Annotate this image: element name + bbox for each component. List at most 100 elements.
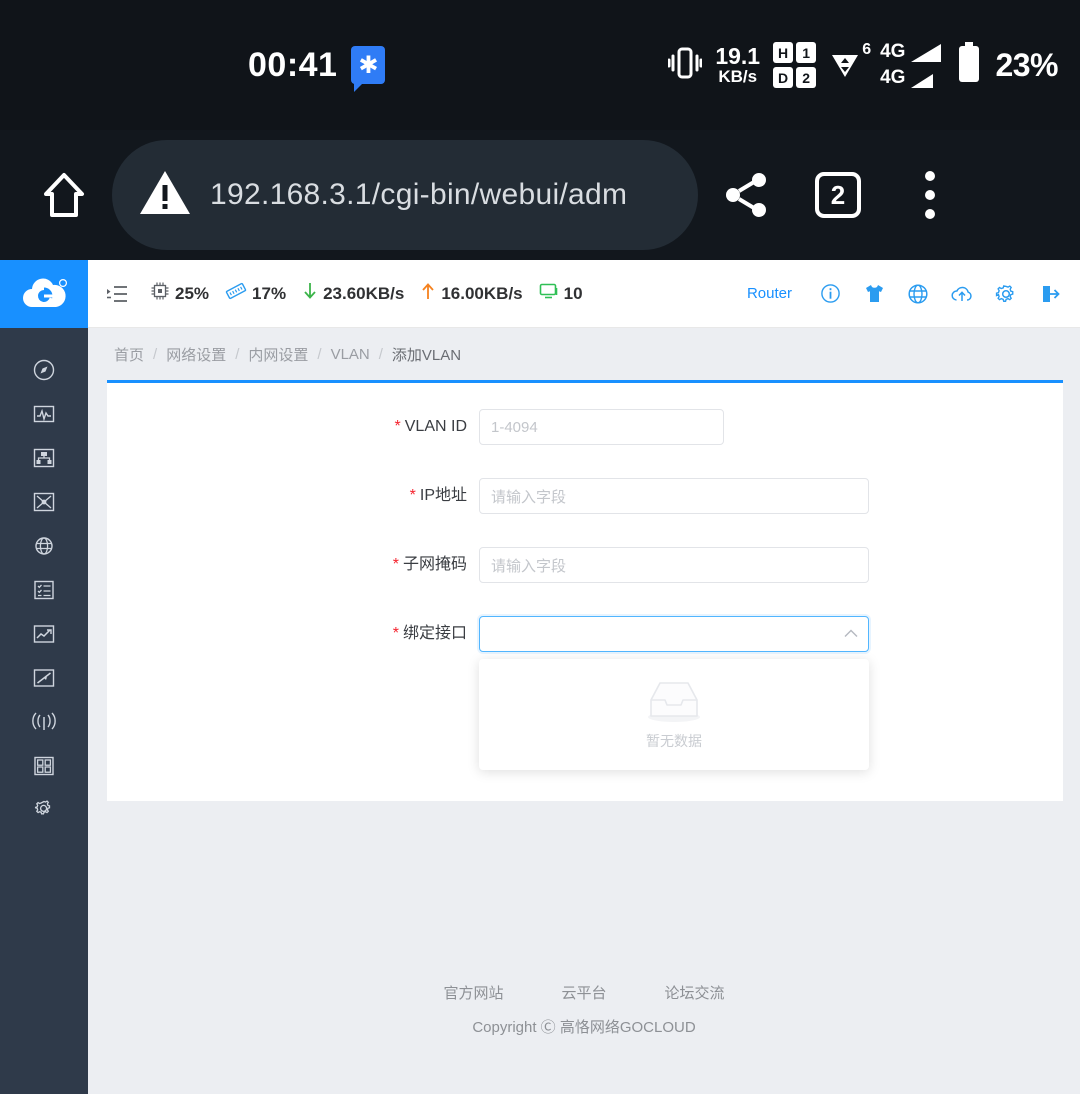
warning-triangle-icon[interactable] bbox=[138, 168, 192, 223]
breadcrumb-separator: / bbox=[317, 345, 322, 363]
download-value: 23.60KB/s bbox=[323, 283, 405, 303]
ip-address-input[interactable]: 请输入字段 bbox=[479, 478, 869, 514]
collapse-sidebar-icon[interactable] bbox=[106, 285, 128, 303]
label-ip-address: * IP地址 bbox=[107, 478, 479, 514]
add-vlan-form-card: * VLAN ID 1-4094 * IP地址 请输入字段 * 子网掩码 请输入… bbox=[107, 380, 1063, 801]
required-marker: * bbox=[409, 487, 416, 504]
network-speed-value: 19.1 bbox=[715, 43, 761, 69]
sidebar-filler bbox=[0, 964, 88, 1094]
sidebar-item-network[interactable] bbox=[0, 438, 88, 482]
page-bottom: 官方网站 云平台 论坛交流 Copyright Ⓒ 高恪网络GOCLOUD bbox=[0, 964, 1080, 1094]
sidebar-item-dashboard[interactable] bbox=[0, 350, 88, 394]
checklist-icon bbox=[32, 578, 56, 607]
empty-box-icon bbox=[642, 678, 706, 729]
ip-address-placeholder: 请输入字段 bbox=[491, 488, 567, 506]
info-circle-icon[interactable] bbox=[818, 283, 842, 304]
breadcrumb-separator: / bbox=[153, 345, 158, 363]
memory-stat: 17% bbox=[225, 281, 286, 306]
chevron-up-icon[interactable] bbox=[844, 625, 858, 643]
wifi-generation: 6 bbox=[862, 40, 872, 58]
address-bar-url[interactable]: 192.168.3.1/cgi-bin/webui/adm bbox=[210, 178, 627, 212]
memory-value: 17% bbox=[252, 283, 287, 303]
vlan-id-input[interactable]: 1-4094 bbox=[479, 409, 724, 445]
mode-label[interactable]: Router bbox=[747, 285, 792, 302]
download-stat: 23.60KB/s bbox=[302, 281, 404, 306]
required-marker: * bbox=[394, 418, 401, 435]
memory-icon bbox=[225, 281, 247, 306]
sidebar-item-traffic[interactable] bbox=[0, 614, 88, 658]
address-bar[interactable]: 192.168.3.1/cgi-bin/webui/adm bbox=[112, 140, 698, 250]
content-area: 25% 17% 23.60KB/s 16.00KB/s 10 Router 首页… bbox=[88, 260, 1080, 964]
globe-gear-icon bbox=[32, 534, 56, 563]
breadcrumb-item-vlan[interactable]: VLAN bbox=[331, 346, 370, 363]
monitor-icon bbox=[539, 282, 559, 305]
globe-icon[interactable] bbox=[906, 283, 930, 305]
status-bar-right: 19.1 KB/s H D 1 2 6 4G 4G 23% bbox=[667, 40, 1058, 90]
upload-value: 16.00KB/s bbox=[441, 283, 523, 303]
gear-icon[interactable] bbox=[994, 283, 1018, 305]
status-clock: 00:41 bbox=[248, 45, 338, 84]
required-marker: * bbox=[392, 556, 399, 573]
cellular-signal-indicator: 4G 4G bbox=[880, 41, 943, 89]
home-button[interactable] bbox=[20, 151, 108, 239]
sidebar-item-apps[interactable] bbox=[0, 746, 88, 790]
cloud-upload-icon[interactable] bbox=[950, 284, 974, 304]
topbar-actions: Router bbox=[747, 283, 1062, 305]
label-bind-interface: * 绑定接口 bbox=[107, 616, 479, 652]
footer-link-official-site[interactable]: 官方网站 bbox=[443, 982, 503, 1003]
footer-link-forum[interactable]: 论坛交流 bbox=[665, 982, 725, 1003]
sidebar-item-wireless[interactable] bbox=[0, 702, 88, 746]
sim2-network-type: 4G bbox=[880, 67, 906, 88]
browser-menu-button[interactable] bbox=[886, 151, 974, 239]
bind-interface-dropdown[interactable]: 暂无数据 bbox=[479, 659, 869, 770]
sim1-network-type: 4G bbox=[880, 41, 906, 62]
line-chart-icon bbox=[32, 622, 56, 651]
upload-stat: 16.00KB/s bbox=[420, 281, 523, 306]
breadcrumb-separator: / bbox=[235, 345, 240, 363]
routing-icon bbox=[32, 490, 56, 519]
share-button[interactable] bbox=[702, 151, 790, 239]
breadcrumb: 首页 / 网络设置 / 内网设置 / VLAN / 添加VLAN bbox=[88, 328, 1080, 380]
cpu-stat: 25% bbox=[150, 281, 209, 306]
router-web-ui: 25% 17% 23.60KB/s 16.00KB/s 10 Router 首页… bbox=[0, 260, 1080, 964]
sidebar-item-monitor[interactable] bbox=[0, 394, 88, 438]
required-marker: * bbox=[392, 625, 399, 642]
label-text: 子网掩码 bbox=[402, 556, 467, 573]
browser-toolbar: 192.168.3.1/cgi-bin/webui/adm 2 bbox=[0, 130, 1080, 260]
sidebar-item-routing[interactable] bbox=[0, 482, 88, 526]
status-bar-left: 00:41 ✱ bbox=[248, 45, 386, 92]
sidebar bbox=[0, 260, 88, 964]
gocloud-logo[interactable] bbox=[0, 260, 88, 328]
tshirt-icon[interactable] bbox=[862, 283, 886, 304]
battery-icon bbox=[956, 41, 982, 90]
subnet-mask-input[interactable]: 请输入字段 bbox=[479, 547, 869, 583]
bandwidth-icon bbox=[32, 666, 56, 695]
sidebar-item-internet[interactable] bbox=[0, 526, 88, 570]
bind-interface-select[interactable] bbox=[479, 616, 869, 652]
form-row-subnet-mask: * 子网掩码 请输入字段 bbox=[107, 547, 1063, 583]
network-speed-unit: KB/s bbox=[718, 67, 758, 87]
sidebar-menu bbox=[0, 328, 88, 834]
ui-topbar: 25% 17% 23.60KB/s 16.00KB/s 10 Router bbox=[88, 260, 1080, 328]
sidebar-item-settings[interactable] bbox=[0, 790, 88, 834]
form-row-bind-interface: * 绑定接口 暂无数据 bbox=[107, 616, 1063, 770]
vlan-id-placeholder: 1-4094 bbox=[491, 418, 538, 436]
dual-sim-indicator: H D 1 2 bbox=[773, 42, 817, 88]
antenna-icon bbox=[31, 710, 57, 739]
clients-value: 10 bbox=[563, 283, 583, 303]
label-subnet-mask: * 子网掩码 bbox=[107, 547, 479, 583]
android-status-bar: 00:41 ✱ 19.1 KB/s H D 1 2 6 4G 4G 23% bbox=[0, 0, 1080, 130]
form-row-ip-address: * IP地址 请输入字段 bbox=[107, 478, 1063, 514]
breadcrumb-item-network-settings[interactable]: 网络设置 bbox=[166, 344, 226, 365]
footer-link-cloud-platform[interactable]: 云平台 bbox=[561, 982, 606, 1003]
sidebar-item-bandwidth[interactable] bbox=[0, 658, 88, 702]
tab-count[interactable]: 2 bbox=[815, 172, 861, 218]
breadcrumb-item-lan-settings[interactable]: 内网设置 bbox=[248, 344, 308, 365]
footer-links: 官方网站 云平台 论坛交流 bbox=[88, 982, 1080, 1003]
logout-icon[interactable] bbox=[1038, 283, 1062, 305]
arrow-up-icon bbox=[420, 281, 436, 306]
sidebar-item-list[interactable] bbox=[0, 570, 88, 614]
breadcrumb-item-home[interactable]: 首页 bbox=[114, 344, 144, 365]
tab-switcher-button[interactable]: 2 bbox=[794, 151, 882, 239]
sim2-type: D bbox=[773, 67, 794, 88]
